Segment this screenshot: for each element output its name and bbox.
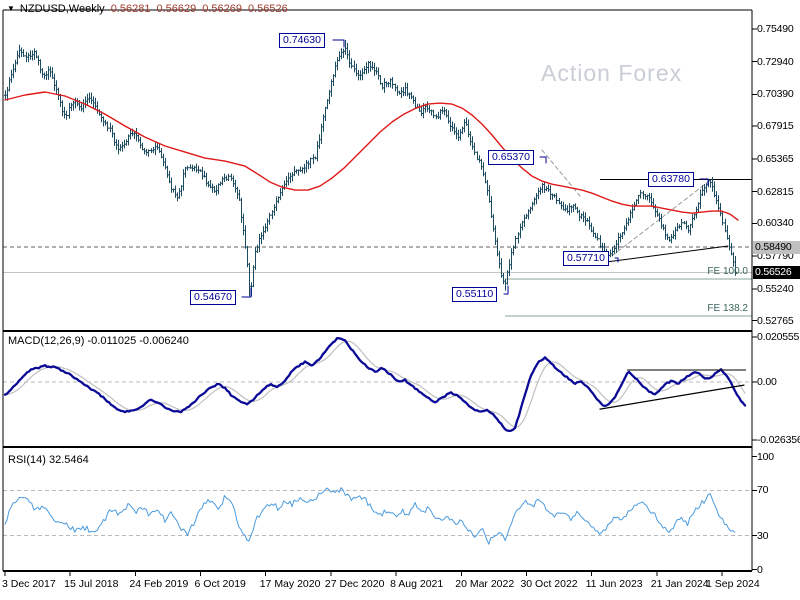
price-callout[interactable]: 0.55110 xyxy=(452,287,498,302)
rsi-axis-label: 30 xyxy=(757,529,769,542)
callout-connector xyxy=(539,156,547,164)
price-axis-label: 0.72940 xyxy=(757,55,794,68)
fib-extension-100-label: FE 100.0 xyxy=(707,265,748,277)
collapse-triangle-icon[interactable]: ▼ xyxy=(7,4,15,13)
macd-label: MACD(12,26,9) -0.011025 -0.006240 xyxy=(8,335,189,347)
axis-price-tag-current: 0.56526 xyxy=(753,265,800,279)
price-axis-label: 0.70390 xyxy=(757,88,794,101)
rsi-axis-label: 70 xyxy=(757,484,769,497)
date-axis-label: 17 May 2020 xyxy=(259,578,321,590)
date-axis-label: 30 Oct 2022 xyxy=(520,578,578,590)
price-axis-label: 0.52765 xyxy=(757,314,794,327)
price-open: 0.56281 xyxy=(110,3,151,15)
price-axis-label: 0.55240 xyxy=(757,282,794,295)
price-close: 0.56526 xyxy=(247,3,288,15)
date-axis-label: 11 Jun 2023 xyxy=(585,578,643,590)
date-axis-label: 15 Jul 2018 xyxy=(64,578,119,590)
date-axis-label: 27 Dec 2020 xyxy=(324,578,385,590)
date-axis-label: 8 Aug 2021 xyxy=(390,578,444,590)
price-callout[interactable]: 0.54670 xyxy=(190,290,236,305)
price-callout[interactable]: 0.63780 xyxy=(648,172,694,187)
symbol-timeframe: NZDUSD,Weekly xyxy=(19,3,105,15)
date-axis-label: 3 Dec 2017 xyxy=(2,578,56,590)
macd-line xyxy=(3,337,747,433)
callout-connector xyxy=(614,257,619,263)
rising-trendline xyxy=(606,245,729,263)
date-axis-label: 6 Oct 2019 xyxy=(194,578,246,590)
chart-title: ▼ NZDUSD,Weekly 0.56281 0.56629 0.56269 0.565… xyxy=(7,3,288,15)
price-callout[interactable]: 0.57710 xyxy=(563,251,609,266)
macd-axis-label: 0.020555 xyxy=(757,330,800,343)
axis-price-tag-resistance: 0.58490 xyxy=(753,240,800,254)
macd-axis-label: 0.00 xyxy=(757,376,777,389)
rsi-axis-label: 100 xyxy=(757,450,774,463)
rsi-axis-label: 0 xyxy=(757,563,763,576)
price-axis-label: 0.67915 xyxy=(757,120,794,133)
price-callout[interactable]: 0.74630 xyxy=(279,33,325,48)
price-callout[interactable]: 0.65370 xyxy=(488,150,534,165)
callout-connector xyxy=(332,39,345,48)
date-axis-label: 1 Sep 2024 xyxy=(706,578,760,590)
price-axis-label: 0.65365 xyxy=(757,152,794,165)
price-bar-ticks xyxy=(3,47,738,287)
date-axis-label: 20 Mar 2022 xyxy=(455,578,515,590)
chart-canvas xyxy=(2,9,757,576)
date-axis-label: 24 Feb 2019 xyxy=(129,578,189,590)
price-low: 0.56269 xyxy=(202,3,242,15)
macd-axis-label: -0.026356 xyxy=(757,433,800,446)
macd-signal-line xyxy=(4,340,746,428)
price-axis-label: 0.60340 xyxy=(757,217,794,230)
price-high: 0.56629 xyxy=(156,3,197,15)
moving-average-line xyxy=(4,91,739,221)
price-bars xyxy=(5,40,736,297)
price-axis-label: 0.75490 xyxy=(757,22,794,35)
rsi-label: RSI(14) 32.5464 xyxy=(8,454,89,466)
price-axis-label: 0.62815 xyxy=(757,185,794,198)
date-axis-label: 21 Jan 2024 xyxy=(650,578,709,590)
fib-extension-138-label: FE 138.2 xyxy=(707,303,748,315)
